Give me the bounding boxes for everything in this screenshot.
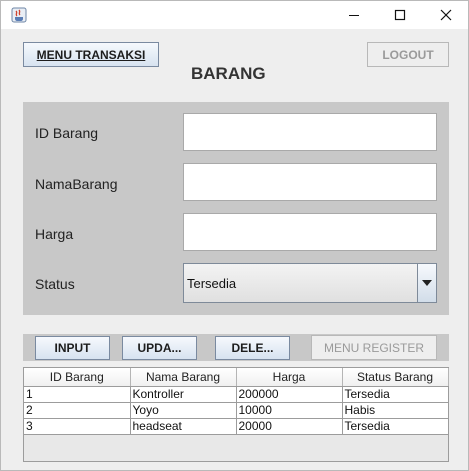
title-bar[interactable] xyxy=(1,1,468,29)
form-panel: ID Barang NamaBarang Harga Status Tersed… xyxy=(23,102,449,315)
page-title: BARANG xyxy=(191,64,266,83)
status-label: Status xyxy=(35,276,75,292)
maximize-button[interactable] xyxy=(377,1,423,29)
menu-register-label: MENU REGISTER xyxy=(323,340,424,355)
status-selected-value: Tersedia xyxy=(187,276,237,291)
close-button[interactable] xyxy=(423,1,469,29)
minimize-icon xyxy=(349,15,359,16)
input-label: INPUT xyxy=(54,341,91,355)
menu-register-button[interactable]: MENU REGISTER xyxy=(311,335,437,360)
table-cell[interactable]: 2 xyxy=(24,402,131,419)
update-label: UPDA... xyxy=(137,341,182,355)
table-cell[interactable]: Yoyo xyxy=(130,402,237,419)
logout-label: LOGOUT xyxy=(382,47,434,62)
java-app-icon xyxy=(11,7,27,23)
harga-field[interactable] xyxy=(183,213,437,251)
logout-button[interactable]: LOGOUT xyxy=(367,42,449,67)
table-cell[interactable]: Habis xyxy=(342,402,449,419)
id-barang-field[interactable] xyxy=(183,113,437,151)
column-header[interactable]: ID Barang xyxy=(24,368,131,387)
table-cell[interactable]: Kontroller xyxy=(130,386,237,403)
column-header[interactable]: Nama Barang xyxy=(130,368,237,387)
table-row[interactable]: 3 headseat 20000 Tersedia xyxy=(24,418,449,435)
chevron-down-icon xyxy=(422,280,432,286)
table-cell[interactable]: Tersedia xyxy=(342,386,449,403)
barang-grid: ID Barang Nama Barang Harga Status Baran… xyxy=(24,368,449,435)
delete-button[interactable]: DELE... xyxy=(215,336,290,360)
harga-label: Harga xyxy=(35,226,74,242)
menu-transaksi-button[interactable]: MENU TRANSAKSI xyxy=(23,42,159,67)
delete-label: DELE... xyxy=(231,341,274,355)
nama-barang-label: NamaBarang xyxy=(35,176,118,192)
app-window: MENU TRANSAKSI LOGOUT BARANG ID Barang N… xyxy=(0,0,469,471)
table-cell[interactable]: 3 xyxy=(24,418,131,435)
update-button[interactable]: UPDA... xyxy=(122,336,197,360)
table-row[interactable]: 1 Kontroller 200000 Tersedia xyxy=(24,386,449,403)
table-cell[interactable]: Tersedia xyxy=(342,418,449,435)
barang-table[interactable]: ID Barang Nama Barang Harga Status Baran… xyxy=(23,367,449,462)
status-dropdown-arrow[interactable] xyxy=(417,263,437,303)
table-cell[interactable]: headseat xyxy=(130,418,237,435)
input-button[interactable]: INPUT xyxy=(35,336,110,360)
action-panel: INPUT UPDA... DELE... MENU REGISTER xyxy=(23,334,449,361)
maximize-icon xyxy=(394,9,406,21)
table-cell[interactable]: 200000 xyxy=(236,386,343,403)
minimize-button[interactable] xyxy=(331,1,377,29)
column-header[interactable]: Harga xyxy=(236,368,343,387)
table-cell[interactable]: 1 xyxy=(24,386,131,403)
table-cell[interactable]: 20000 xyxy=(236,418,343,435)
table-header-row: ID Barang Nama Barang Harga Status Baran… xyxy=(24,368,449,387)
column-header[interactable]: Status Barang xyxy=(342,368,449,387)
id-barang-label: ID Barang xyxy=(35,125,99,141)
menu-transaksi-label: MENU TRANSAKSI xyxy=(36,47,146,62)
table-cell[interactable]: 10000 xyxy=(236,402,343,419)
nama-barang-field[interactable] xyxy=(183,163,437,201)
close-icon xyxy=(440,9,452,21)
table-row[interactable]: 2 Yoyo 10000 Habis xyxy=(24,402,449,419)
status-select[interactable]: Tersedia xyxy=(183,263,437,303)
